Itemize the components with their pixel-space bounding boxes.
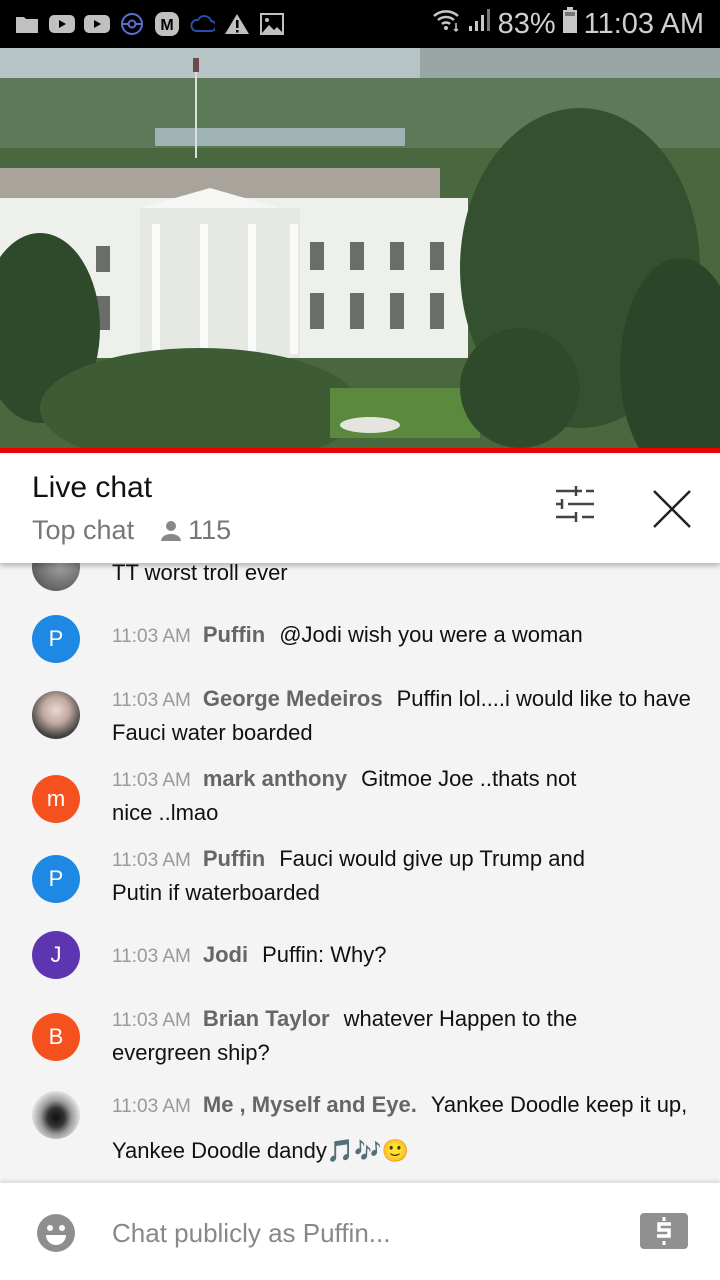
avatar <box>32 563 80 591</box>
message-author[interactable]: Brian Taylor <box>203 1006 330 1031</box>
chat-composer <box>0 1183 720 1280</box>
avatar <box>32 691 80 739</box>
message-time: 11:03 AM <box>112 1096 191 1117</box>
message-text: TT worst troll ever <box>112 563 288 585</box>
battery-percent: 83% <box>497 7 556 40</box>
youtube-icon <box>84 13 110 35</box>
message-body: 11:03 AM Puffin @Jodi wish you were a woma… <box>112 619 692 653</box>
message-body: 11:03 AM George Medeiros Puffin lol....i w… <box>112 683 692 749</box>
chat-title: Live chat <box>32 471 153 504</box>
avatar: P <box>32 615 80 663</box>
cloud-icon <box>189 13 215 35</box>
avatar: J <box>32 931 80 979</box>
avatar: B <box>32 1013 80 1061</box>
chat-mode-selector[interactable]: Top chat 115 <box>32 515 231 546</box>
message-author[interactable]: Jodi <box>203 942 248 967</box>
video-frame <box>0 48 720 448</box>
message-text: Puffin: Why? <box>262 942 387 967</box>
message-time: 11:03 AM <box>112 770 191 791</box>
message-author[interactable]: Me , Myself and Eye. <box>203 1092 417 1117</box>
message-author[interactable]: Puffin <box>203 622 265 647</box>
message-body: 11:03 AM Brian Taylor whatever Happen to t… <box>112 1003 582 1069</box>
message-body: 11:03 AM Puffin Fauci would give up Trump … <box>112 843 632 909</box>
status-bar: M 83% 11:03 AM <box>0 0 720 48</box>
message-text: Puffin lol....i would like to have Fauci… <box>112 686 691 745</box>
signal-icon <box>468 7 492 41</box>
pokeball-icon <box>119 13 145 35</box>
message-time: 11:03 AM <box>112 850 191 871</box>
clock: 11:03 AM <box>583 7 704 40</box>
avatar: P <box>32 855 80 903</box>
close-icon <box>653 490 691 528</box>
chat-input[interactable] <box>112 1211 592 1255</box>
super-chat-button[interactable] <box>640 1213 688 1249</box>
emoji-button[interactable] <box>36 1213 76 1253</box>
message-author[interactable]: mark anthony <box>203 766 347 791</box>
notification-icons: M <box>0 12 285 36</box>
smiley-icon <box>37 1214 75 1252</box>
person-icon <box>161 520 182 541</box>
warning-icon <box>224 13 250 35</box>
dollar-icon <box>657 1217 671 1245</box>
chat-mode-label[interactable]: Top chat <box>32 515 134 546</box>
m-app-icon: M <box>154 12 180 36</box>
chat-message-list[interactable]: TT worst troll ever P 11:03 AM Puffin @Jod… <box>0 563 720 1183</box>
message-time: 11:03 AM <box>112 690 191 711</box>
message-text: @Jodi wish you were a woman <box>279 622 583 647</box>
message-body: 11:03 AM Me , Myself and Eye. Yankee Doodl… <box>112 1083 692 1173</box>
message-body: TT worst troll ever <box>112 563 692 589</box>
message-body: 11:03 AM Jodi Puffin: Why? <box>112 939 692 973</box>
avatar: m <box>32 775 80 823</box>
sliders-icon <box>556 486 594 522</box>
message-author[interactable]: Puffin <box>203 846 265 871</box>
svg-text:M: M <box>160 17 173 34</box>
wifi-icon <box>432 7 462 41</box>
close-chat-button[interactable] <box>648 485 696 533</box>
video-player[interactable] <box>0 48 720 448</box>
battery-icon <box>562 6 578 42</box>
message-author[interactable]: George Medeiros <box>203 686 383 711</box>
avatar <box>32 1091 80 1139</box>
live-chat-header: Live chat Top chat 115 <box>0 453 720 563</box>
viewer-count-value: 115 <box>188 515 232 545</box>
message-time: 11:03 AM <box>112 946 191 967</box>
system-status: 83% 11:03 AM <box>432 0 704 48</box>
filter-settings-button[interactable] <box>552 485 600 525</box>
youtube-icon <box>49 13 75 35</box>
message-body: 11:03 AM mark anthony Gitmoe Joe ..thats n… <box>112 763 582 829</box>
message-time: 11:03 AM <box>112 1010 191 1031</box>
message-time: 11:03 AM <box>112 626 191 647</box>
viewer-count: 115 <box>160 515 231 546</box>
folder-icon <box>14 13 40 35</box>
image-icon <box>259 13 285 35</box>
